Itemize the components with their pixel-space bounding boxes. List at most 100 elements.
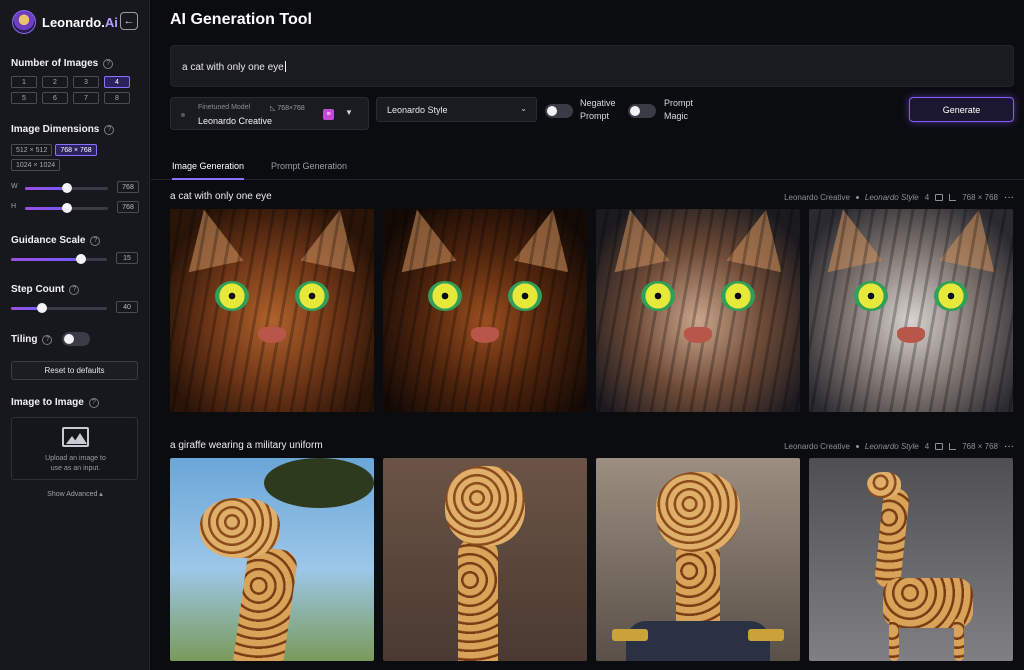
tab-bar: Image Generation Prompt Generation xyxy=(151,156,1024,180)
tab-image-generation[interactable]: Image Generation xyxy=(172,161,245,180)
num-images-option[interactable]: 1 xyxy=(11,76,37,88)
generation-header: a giraffe wearing a military uniform Leo… xyxy=(170,440,1014,454)
arrow-left-icon: ← xyxy=(123,15,135,27)
num-images-option[interactable]: 6 xyxy=(42,92,68,104)
generation-dims: 768 × 768 xyxy=(962,193,998,202)
model-badge-icon[interactable]: ≡ xyxy=(323,109,334,120)
height-track[interactable] xyxy=(25,203,108,213)
logo-text: Leonardo.Ai xyxy=(42,14,118,30)
steps-title: Step Count? xyxy=(11,284,80,295)
main-content: AI Generation Tool a cat with only one e… xyxy=(151,0,1024,670)
generated-image[interactable] xyxy=(809,209,1013,412)
generated-image[interactable] xyxy=(170,209,374,412)
width-label: W xyxy=(11,183,18,190)
dimension-option[interactable]: 512 × 512 xyxy=(11,144,53,156)
generated-image[interactable] xyxy=(170,458,374,661)
width-thumb[interactable] xyxy=(61,183,72,193)
logo-avatar-icon xyxy=(12,10,36,34)
reset-defaults-button[interactable]: Reset to defaults xyxy=(11,361,138,380)
generation-meta: Leonardo Creative Leonardo Style 4 768 ×… xyxy=(784,441,1014,452)
num-images-option[interactable]: 2 xyxy=(42,76,68,88)
image-to-image-title: Image to Image? xyxy=(11,397,99,408)
negative-prompt-toggle[interactable] xyxy=(545,104,573,118)
model-thumbnail-icon xyxy=(181,113,185,117)
guidance-thumb[interactable] xyxy=(76,254,87,264)
chevron-down-icon[interactable]: ▼ xyxy=(345,108,353,117)
help-icon[interactable]: ? xyxy=(104,124,115,135)
image-icon xyxy=(62,427,89,447)
steps-slider[interactable]: 40 xyxy=(11,301,138,314)
num-images-option[interactable]: 5 xyxy=(11,92,37,104)
generation-style: Leonardo Style xyxy=(864,193,919,202)
num-images-option[interactable]: 7 xyxy=(73,92,99,104)
prompt-text: a cat with only one eye xyxy=(182,62,284,73)
guidance-title: Guidance Scale? xyxy=(11,235,101,246)
num-images-option-selected[interactable]: 4 xyxy=(104,76,130,88)
model-name: Leonardo Creative xyxy=(198,116,273,126)
steps-track[interactable] xyxy=(11,303,107,313)
generated-image[interactable] xyxy=(383,458,587,661)
guidance-fill xyxy=(11,258,82,261)
more-options-icon[interactable]: ··· xyxy=(1004,192,1014,203)
height-thumb[interactable] xyxy=(61,203,72,213)
generation-prompt: a giraffe wearing a military uniform xyxy=(170,440,323,451)
guidance-slider[interactable]: 15 xyxy=(11,252,138,265)
generation-prompt: a cat with only one eye xyxy=(170,191,272,202)
generation-images xyxy=(170,209,1014,412)
page-title: AI Generation Tool xyxy=(170,11,312,28)
logo[interactable]: Leonardo.Ai ← xyxy=(12,10,138,34)
generated-image[interactable] xyxy=(383,209,587,412)
num-images-title: Number of Images? xyxy=(11,58,114,69)
sidebar: Leonardo.Ai ← Number of Images? 1 2 3 4 … xyxy=(0,0,150,670)
collapse-sidebar-button[interactable]: ← xyxy=(120,12,138,30)
help-icon[interactable]: ? xyxy=(88,397,99,408)
upload-hint: Upload an image to use as an input. xyxy=(45,455,106,472)
generated-image[interactable] xyxy=(596,458,800,661)
width-slider[interactable]: W 768 xyxy=(11,181,139,194)
help-icon[interactable]: ? xyxy=(90,235,101,246)
toggle-knob xyxy=(547,106,557,116)
style-select[interactable]: Leonardo Style ⌄ xyxy=(376,97,537,122)
style-value: Leonardo Style xyxy=(387,105,448,115)
steps-thumb[interactable] xyxy=(36,303,47,313)
image-count-icon xyxy=(935,194,944,201)
model-dims: ◺ 768×768 xyxy=(270,105,305,112)
prompt-magic-toggle[interactable] xyxy=(628,104,656,118)
steps-value[interactable]: 40 xyxy=(116,301,138,313)
guidance-track[interactable] xyxy=(11,254,107,264)
height-value[interactable]: 768 xyxy=(117,201,139,213)
generated-image[interactable] xyxy=(809,458,1013,661)
help-icon[interactable]: ? xyxy=(69,284,80,295)
generation-dims: 768 × 768 xyxy=(962,442,998,451)
width-value[interactable]: 768 xyxy=(117,181,139,193)
show-advanced-link[interactable]: Show Advanced ▴ xyxy=(0,490,150,498)
width-track[interactable] xyxy=(25,183,108,193)
generated-image[interactable] xyxy=(596,209,800,412)
prompt-magic-label: Prompt Magic xyxy=(664,98,694,121)
guidance-value[interactable]: 15 xyxy=(116,252,138,264)
toggle-knob xyxy=(630,106,640,116)
dimension-icon xyxy=(949,443,957,450)
dimension-option[interactable]: 1024 × 1024 xyxy=(11,159,61,171)
height-slider[interactable]: H 768 xyxy=(11,201,139,214)
tiling-toggle[interactable] xyxy=(62,332,90,346)
toggle-knob xyxy=(64,334,74,344)
model-select[interactable]: Finetuned Model ◺ 768×768 Leonardo Creat… xyxy=(170,97,369,130)
num-images-option[interactable]: 8 xyxy=(104,92,130,104)
width-fill xyxy=(25,187,67,190)
num-images-options: 1 2 3 4 5 6 7 8 xyxy=(11,76,132,104)
tab-prompt-generation[interactable]: Prompt Generation xyxy=(271,161,347,178)
help-icon[interactable]: ? xyxy=(103,58,114,69)
image-upload-dropzone[interactable]: Upload an image to use as an input. xyxy=(11,417,138,480)
dimension-option-selected[interactable]: 768 × 768 xyxy=(55,144,97,156)
negative-prompt-label: Negative Prompt xyxy=(580,98,616,121)
generation-meta: Leonardo Creative Leonardo Style 4 768 ×… xyxy=(784,192,1014,203)
model-sublabel: Finetuned Model xyxy=(198,104,251,111)
num-images-option[interactable]: 3 xyxy=(73,76,99,88)
more-options-icon[interactable]: ··· xyxy=(1004,441,1014,452)
chevron-down-icon: ⌄ xyxy=(520,104,527,113)
dimension-icon xyxy=(949,194,957,201)
prompt-input[interactable]: a cat with only one eye xyxy=(170,45,1014,87)
help-icon[interactable]: ? xyxy=(42,334,53,345)
generate-button[interactable]: Generate xyxy=(909,97,1014,122)
